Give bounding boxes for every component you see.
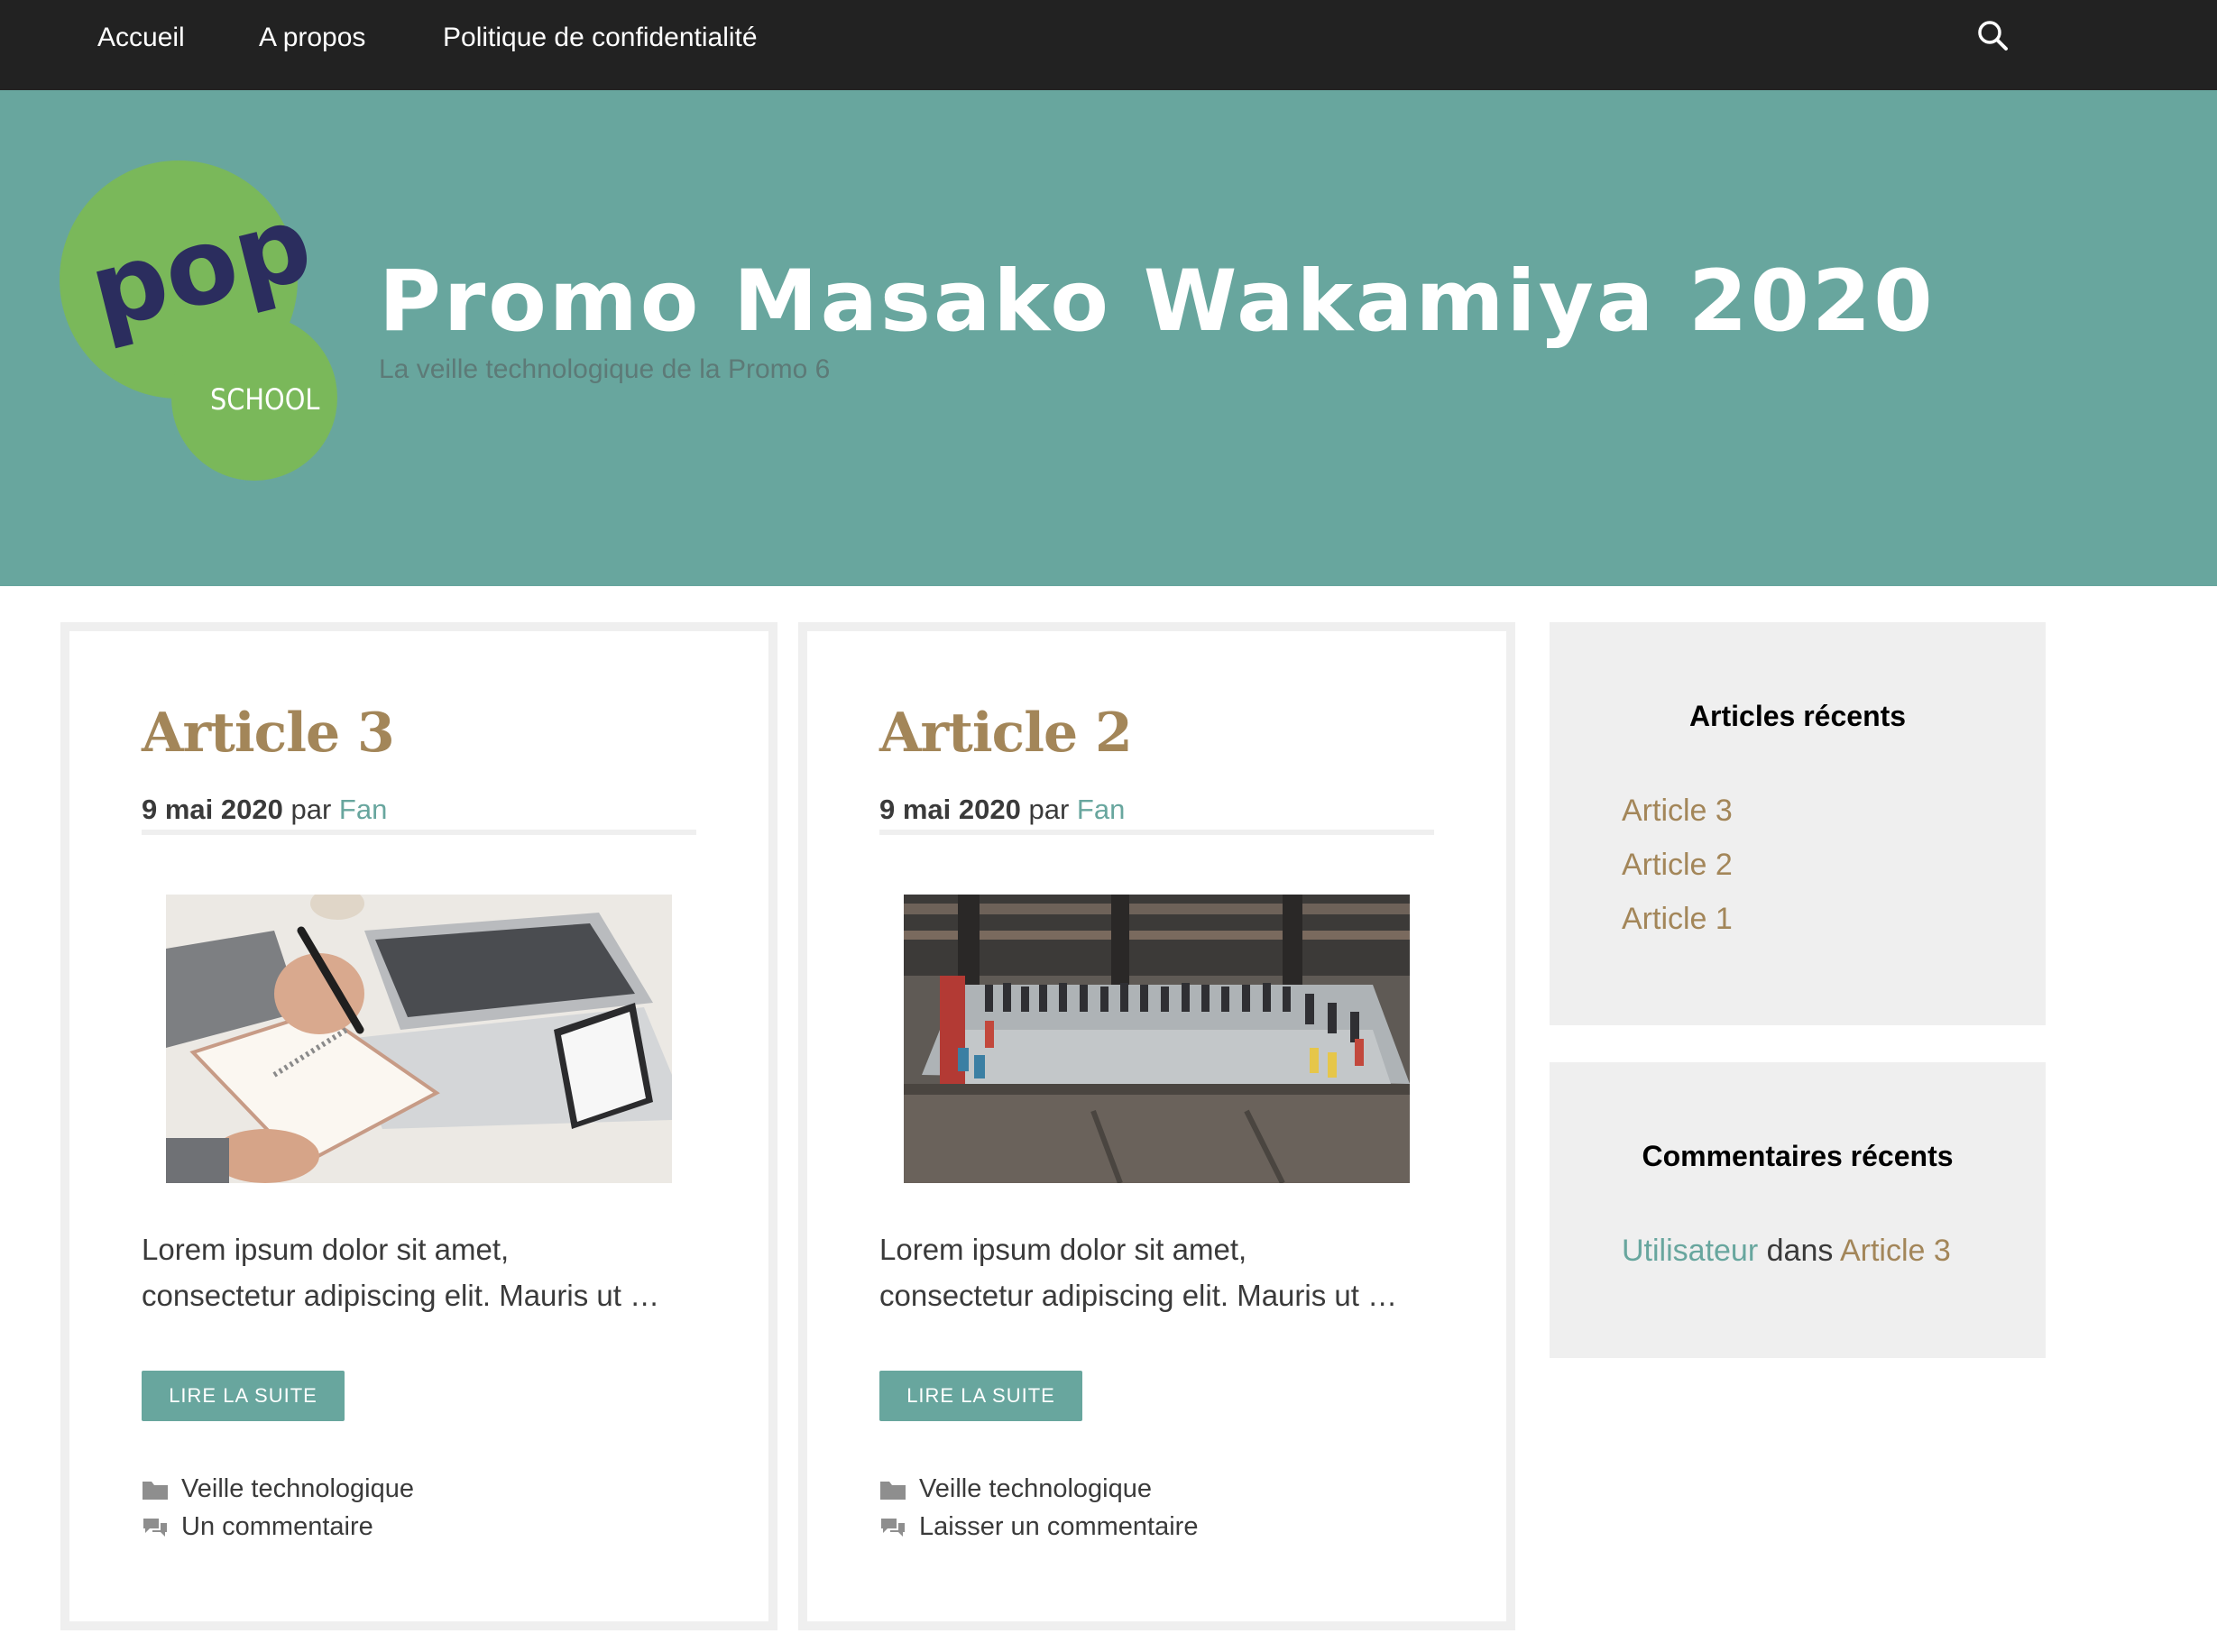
- post-date: 9 mai 2020: [879, 794, 1021, 825]
- folder-icon: [142, 1478, 169, 1501]
- post-date: 9 mai 2020: [142, 794, 283, 825]
- post-comments-link[interactable]: Laisser un commentaire: [919, 1512, 1198, 1541]
- site-title[interactable]: Promo Masako Wakamiya 2020: [379, 252, 1936, 351]
- post-meta: 9 mai 2020 par Fan: [879, 794, 1434, 835]
- post-card: Article 3 9 mai 2020 par Fan Lorem ipsum…: [60, 622, 777, 1630]
- post-category-link[interactable]: Veille technologique: [181, 1474, 414, 1503]
- logo-subtext: SCHOOL: [210, 382, 319, 417]
- recent-post-link[interactable]: Article 3: [1622, 794, 1733, 829]
- post-category: Veille technologique: [142, 1474, 414, 1504]
- recent-comment: Utilisateur dans Article 3: [1622, 1234, 1951, 1269]
- folder-icon: [879, 1478, 906, 1501]
- post-excerpt-line: Lorem ipsum dolor sit amet,: [142, 1233, 510, 1266]
- post-card: Article 2 9 mai 2020 par Fan Lorem ipsum…: [798, 622, 1515, 1630]
- recent-post-link[interactable]: Article 2: [1622, 848, 1733, 883]
- post-by-label: par: [290, 794, 332, 825]
- read-more-button[interactable]: LIRE LA SUITE: [879, 1371, 1082, 1421]
- post-excerpt: Lorem ipsum dolor sit amet, consectetur …: [879, 1226, 1457, 1318]
- post-meta: 9 mai 2020 par Fan: [142, 794, 696, 835]
- post-category-link[interactable]: Veille technologique: [919, 1474, 1152, 1503]
- nav-item-politique[interactable]: Politique de confidentialité: [443, 0, 758, 90]
- post-excerpt-line: consectetur adipiscing elit. Mauris ut …: [142, 1279, 660, 1312]
- site-description: La veille technologique de la Promo 6: [379, 354, 831, 384]
- top-navigation: Accueil A propos Politique de confidenti…: [0, 0, 2217, 90]
- comment-author-link[interactable]: Utilisateur: [1622, 1234, 1758, 1268]
- post-excerpt-line: consectetur adipiscing elit. Mauris ut …: [879, 1279, 1398, 1312]
- post-comments: Un commentaire: [142, 1512, 373, 1542]
- read-more-button[interactable]: LIRE LA SUITE: [142, 1371, 345, 1421]
- search-icon[interactable]: [1975, 18, 2011, 54]
- recent-posts-widget: Articles récents Article 3 Article 2 Art…: [1550, 622, 2046, 1025]
- post-thumbnail[interactable]: [166, 895, 672, 1183]
- post-excerpt-line: Lorem ipsum dolor sit amet,: [879, 1233, 1247, 1266]
- comments-icon: [142, 1516, 169, 1539]
- post-author-link[interactable]: Fan: [339, 794, 387, 825]
- post-category: Veille technologique: [879, 1474, 1152, 1504]
- post-excerpt: Lorem ipsum dolor sit amet, consectetur …: [142, 1226, 719, 1318]
- post-thumbnail[interactable]: [904, 895, 1410, 1183]
- site-header: pop SCHOOL Promo Masako Wakamiya 2020 La…: [0, 90, 2217, 586]
- post-by-label: par: [1028, 794, 1070, 825]
- site-logo[interactable]: pop SCHOOL: [60, 161, 339, 485]
- post-comments-link[interactable]: Un commentaire: [181, 1512, 373, 1541]
- nav-item-accueil[interactable]: Accueil: [97, 0, 185, 90]
- comments-icon: [879, 1516, 906, 1539]
- nav-item-a-propos[interactable]: A propos: [259, 0, 365, 90]
- post-author-link[interactable]: Fan: [1077, 794, 1125, 825]
- widget-title: Commentaires récents: [1642, 1140, 1954, 1172]
- post-title[interactable]: Article 3: [142, 702, 395, 765]
- post-comments: Laisser un commentaire: [879, 1512, 1198, 1542]
- recent-comments-widget: Commentaires récents Utilisateur dans Ar…: [1550, 1062, 2046, 1358]
- recent-post-link[interactable]: Article 1: [1622, 902, 1733, 937]
- comment-in-label: dans: [1766, 1234, 1834, 1268]
- post-title[interactable]: Article 2: [879, 702, 1133, 765]
- comment-post-link[interactable]: Article 3: [1840, 1234, 1951, 1268]
- widget-title: Articles récents: [1688, 700, 1907, 732]
